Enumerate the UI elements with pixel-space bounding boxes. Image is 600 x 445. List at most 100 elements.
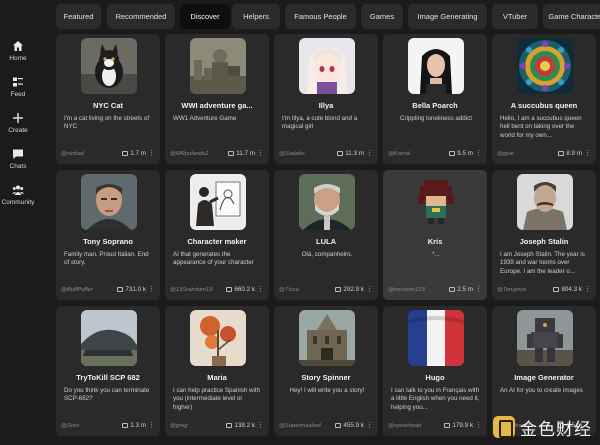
chat-count: 455.9 k (335, 422, 364, 429)
character-author[interactable]: @greg (170, 423, 188, 429)
character-card-hugo[interactable]: Hugo I can talk to you in Français with … (383, 306, 487, 436)
more-options-icon[interactable]: ⋮ (475, 421, 482, 429)
tab-vtuber[interactable]: VTuber (492, 4, 538, 29)
tab-game-characters[interactable]: Game Characters (543, 4, 600, 29)
character-description: Hey! I will write you a story! (289, 387, 365, 394)
avatar (299, 310, 355, 366)
chat-count: 11.7 m (228, 150, 255, 157)
character-description: An AI for you to create images (500, 387, 583, 394)
character-card-joseph-stalin[interactable]: Joseph Stalin I am Joseph Stalin. The ye… (492, 170, 596, 300)
nav-community[interactable]: Community (0, 184, 36, 206)
character-author[interactable]: @xpearhead (388, 423, 421, 429)
chat-bubble-icon (553, 286, 560, 292)
avatar (517, 310, 573, 366)
chat-count-value: 1.7 m (130, 150, 146, 157)
chat-bubble-icon (228, 150, 235, 156)
character-author[interactable]: @MRpolands2 (170, 151, 208, 157)
nav-home[interactable]: Home (0, 40, 36, 62)
more-options-icon[interactable]: ⋮ (584, 285, 591, 293)
character-author[interactable]: @Supermasked (279, 423, 321, 429)
more-options-icon[interactable]: ⋮ (257, 285, 264, 293)
chat-count: 731.0 k (117, 286, 146, 293)
character-description: Hello, I am a succubus queen hell bent o… (500, 115, 582, 139)
chat-count-value: 8.9 m (566, 150, 582, 157)
tab-featured[interactable]: Featured (56, 4, 101, 29)
more-options-icon[interactable]: ⋮ (148, 285, 155, 293)
more-options-icon[interactable]: ⋮ (584, 149, 591, 157)
more-options-icon[interactable]: ⋮ (366, 149, 373, 157)
more-options-icon[interactable]: ⋮ (148, 421, 155, 429)
character-card-bella-poarch[interactable]: Bella Poarch Crippling loneliness addict… (383, 34, 487, 164)
nav-chats[interactable]: Chats (0, 148, 36, 170)
character-author[interactable]: @Sadako (279, 151, 305, 157)
character-card-maria[interactable]: Maria I can help practice Spanish with y… (165, 306, 269, 436)
character-author[interactable]: @13Srandom13 (170, 287, 212, 293)
chat-count: 2.5 m (449, 286, 473, 293)
character-grid: NYC Cat I'm a cat living on the streets … (56, 34, 600, 445)
chat-count-value: 455.9 k (343, 422, 364, 429)
character-card-story-spinner[interactable]: Story Spinner Hey! I will write you a st… (274, 306, 378, 436)
character-name: Image Generator (514, 373, 574, 382)
chat-count: 138.2 k (226, 422, 255, 429)
more-options-icon[interactable]: ⋮ (366, 285, 373, 293)
chat-bubble-icon (337, 150, 344, 156)
character-card-character-maker[interactable]: Character maker AI that generates the ap… (165, 170, 269, 300)
chat-count-value: 1.3 m (130, 422, 146, 429)
character-author[interactable]: @Kamal (388, 151, 410, 157)
character-name: Bella Poarch (412, 101, 458, 110)
character-author[interactable]: @sinbad (61, 151, 84, 157)
tab-famous-people[interactable]: Famous People (285, 4, 356, 29)
tab-image-generating[interactable]: Image Generating (408, 4, 487, 29)
chat-count-value: 804.3 k (561, 286, 582, 293)
nav-create[interactable]: Create (0, 112, 36, 134)
character-author[interactable]: @BuffPuffer (61, 287, 93, 293)
category-tabs: Featured Recommended Discover Helpers Fa… (56, 4, 600, 30)
tab-games[interactable]: Games (361, 4, 403, 29)
more-options-icon[interactable]: ⋮ (366, 421, 373, 429)
watermark-logo-icon (493, 416, 515, 438)
more-options-icon[interactable]: ⋮ (475, 149, 482, 157)
tab-discover[interactable]: Discover (180, 4, 230, 29)
character-card-lula[interactable]: LULA Olá, companheiro. @Tisza 292.9 k ⋮ (274, 170, 378, 300)
character-author[interactable]: @mustwin123 (388, 287, 425, 293)
more-options-icon[interactable]: ⋮ (148, 149, 155, 157)
chat-bubble-icon (122, 422, 129, 428)
character-author[interactable]: @Tisza (279, 287, 299, 293)
character-author[interactable]: @Swix (61, 423, 79, 429)
more-options-icon[interactable]: ⋮ (257, 149, 264, 157)
chat-count-value: 11.7 m (236, 150, 255, 157)
character-card-nyc-cat[interactable]: NYC Cat I'm a cat living on the streets … (56, 34, 160, 164)
chat-count-value: 292.9 k (343, 286, 364, 293)
avatar (517, 38, 573, 94)
avatar (299, 174, 355, 230)
chat-bubble-icon (444, 422, 451, 428)
tab-recommended[interactable]: Recommended (107, 4, 175, 29)
character-description: I can talk to you in Français with a lit… (391, 387, 480, 411)
chat-count-value: 731.0 k (125, 286, 146, 293)
more-options-icon[interactable]: ⋮ (257, 421, 264, 429)
character-card-succubus-queen[interactable]: A succubus queen Hello, I am a succubus … (492, 34, 596, 164)
watermark-text: 金色财经 (520, 419, 592, 440)
character-author[interactable]: @Tonyprox (497, 287, 527, 293)
chat-count: 292.9 k (335, 286, 364, 293)
character-description: WW1 Adventure Game (173, 115, 237, 122)
chat-icon (13, 149, 23, 159)
avatar (408, 310, 464, 366)
more-options-icon[interactable]: ⋮ (475, 285, 482, 293)
tab-helpers[interactable]: Helpers (232, 4, 280, 29)
chat-count-value: 11.3 m (345, 150, 364, 157)
character-name: WWI adventure ga... (181, 101, 253, 110)
chat-bubble-icon (117, 286, 124, 292)
character-card-wwi-adventure[interactable]: WWI adventure ga... WW1 Adventure Game @… (165, 34, 269, 164)
character-card-tony-soprano[interactable]: Tony Soprano Family man. Proud Italian. … (56, 170, 160, 300)
character-card-kris[interactable]: Kris *... @mustwin123 2.5 m ⋮ (383, 170, 487, 300)
character-card-illya[interactable]: Illya I'm Illya, a cute blond and a magi… (274, 34, 378, 164)
character-card-scp-682[interactable]: TryToKill SCP 682 Do you think you can t… (56, 306, 160, 436)
chat-bubble-icon (449, 286, 456, 292)
character-author[interactable]: @gjoe (497, 151, 514, 157)
nav-feed[interactable]: Feed (0, 76, 36, 98)
avatar (81, 174, 137, 230)
character-name: Kris (427, 237, 443, 246)
chat-bubble-icon (335, 422, 342, 428)
character-name: A succubus queen (510, 101, 578, 110)
